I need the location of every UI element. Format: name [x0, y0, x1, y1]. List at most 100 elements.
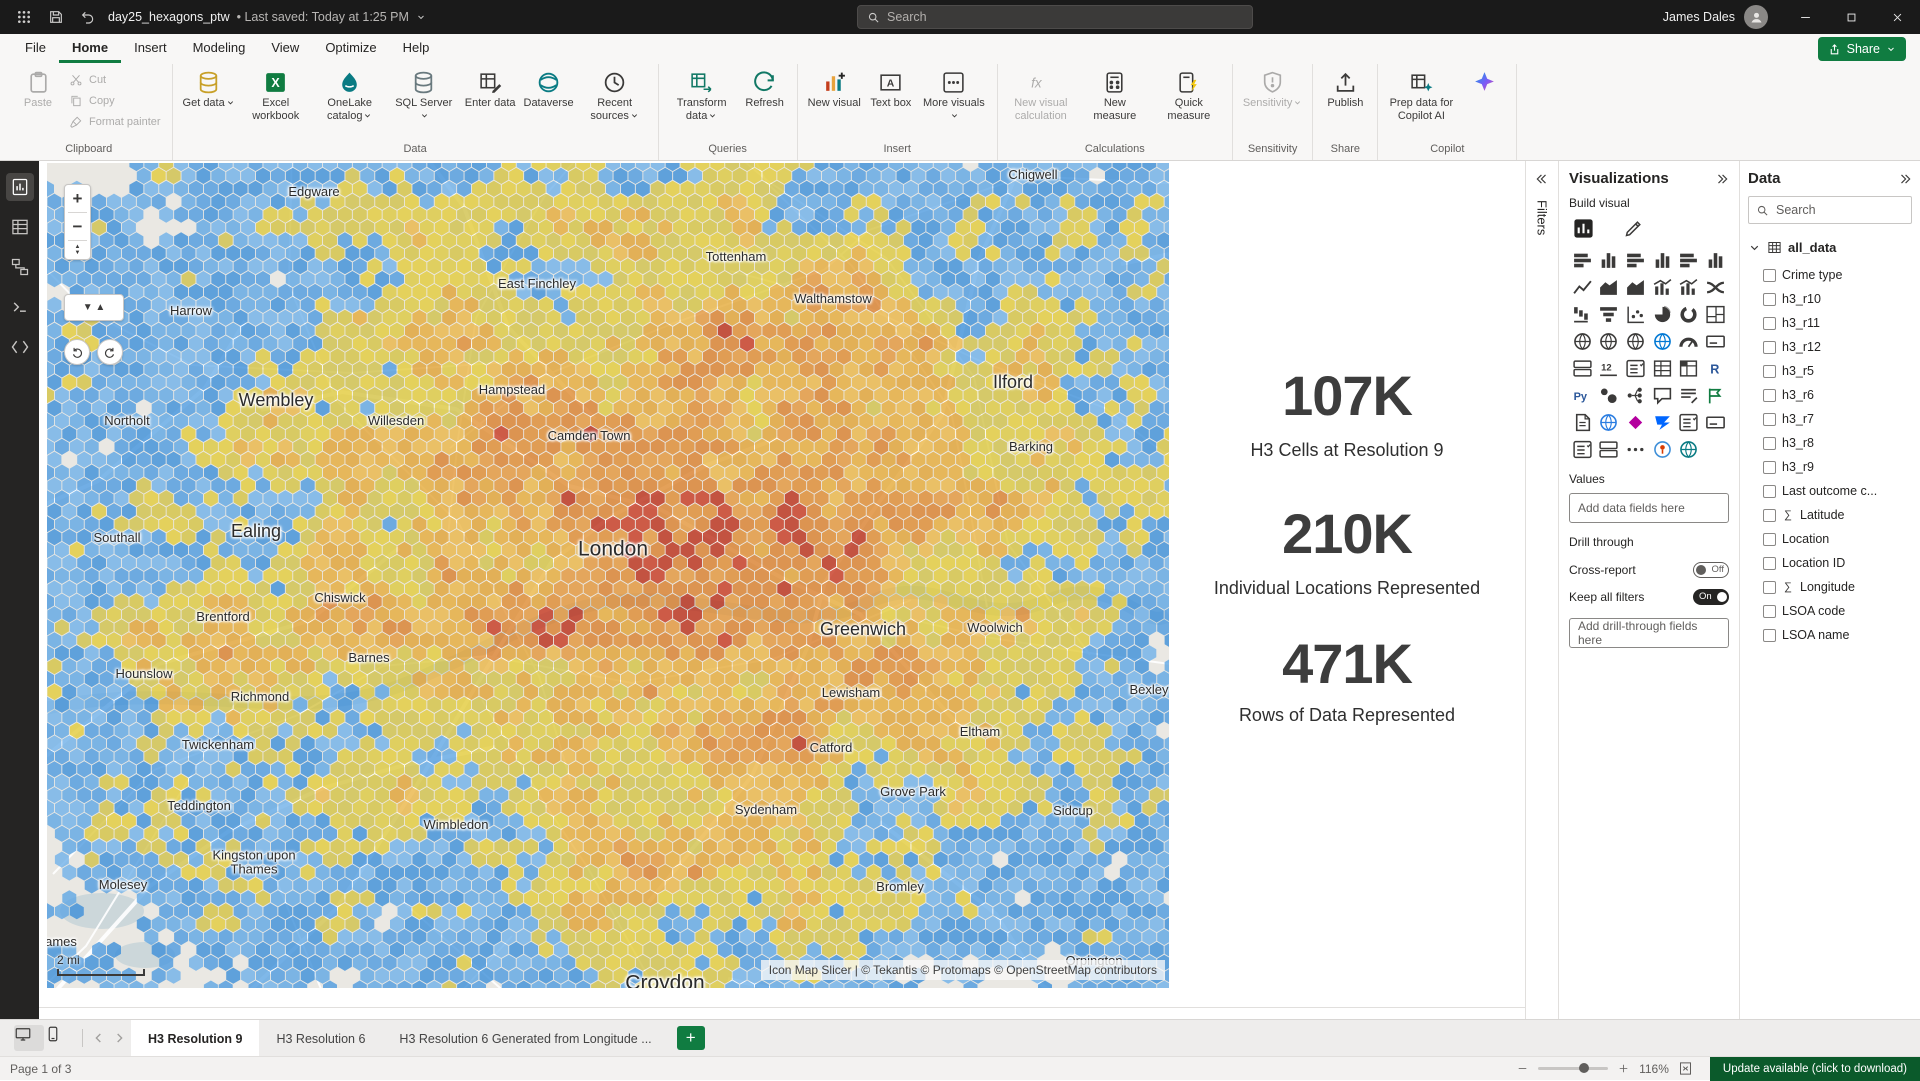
visual-type-more-visuals-ellipsis[interactable]: [1625, 439, 1646, 460]
visual-type-gauge[interactable]: [1678, 331, 1699, 352]
zoom-stepper[interactable]: ▲▼: [64, 241, 91, 259]
visual-type-line-and-clustered-column-chart[interactable]: [1678, 277, 1699, 298]
menu-file[interactable]: File: [12, 35, 59, 63]
visual-type-pie-chart[interactable]: [1652, 304, 1673, 325]
visual-type-waterfall-chart[interactable]: [1572, 304, 1593, 325]
zoom-slider[interactable]: [1538, 1067, 1608, 1070]
sidebar-item-tmdl-view[interactable]: [6, 333, 34, 361]
field-checkbox[interactable]: [1763, 365, 1776, 378]
field-checkbox[interactable]: [1763, 293, 1776, 306]
field-checkbox[interactable]: [1763, 533, 1776, 546]
field-checkbox[interactable]: [1763, 581, 1776, 594]
visual-type-metrics[interactable]: [1705, 385, 1726, 406]
field-h3-r5[interactable]: h3_r5: [1748, 359, 1912, 383]
maximize-button[interactable]: [1828, 0, 1874, 34]
data-search-input[interactable]: Search: [1748, 196, 1912, 224]
update-notice[interactable]: Update available (click to download): [1710, 1057, 1920, 1081]
visual-type-decomposition-tree[interactable]: [1625, 385, 1646, 406]
publish-button[interactable]: Publish: [1320, 67, 1370, 113]
visual-type-filled-map[interactable]: [1598, 331, 1619, 352]
menu-view[interactable]: View: [258, 35, 312, 63]
zoom-in-button[interactable]: +: [64, 185, 91, 212]
field-h3-r6[interactable]: h3_r6: [1748, 383, 1912, 407]
filters-pane-title[interactable]: Filters: [1535, 200, 1550, 235]
desktop-view-button[interactable]: [14, 1025, 44, 1051]
field-checkbox[interactable]: [1763, 269, 1776, 282]
recent-sources-button[interactable]: Recent sources: [579, 67, 651, 125]
map-visual[interactable]: EdgwareChigwellTottenhamEast FinchleyWal…: [47, 163, 1169, 988]
menu-optimize[interactable]: Optimize: [312, 35, 389, 63]
sidebar-item-model-view[interactable]: [6, 253, 34, 281]
field-h3-r9[interactable]: h3_r9: [1748, 455, 1912, 479]
build-visual-tab[interactable]: [1572, 217, 1595, 240]
new-visual-button[interactable]: New visual: [805, 67, 864, 113]
copy-button[interactable]: Copy: [65, 93, 165, 109]
field-checkbox[interactable]: [1763, 341, 1776, 354]
get-data-button[interactable]: Get data: [180, 67, 238, 113]
cut-button[interactable]: Cut: [65, 72, 165, 88]
field-checkbox[interactable]: [1763, 557, 1776, 570]
field-location-id[interactable]: Location ID: [1748, 551, 1912, 575]
app-launcher-icon[interactable]: [16, 9, 32, 25]
visual-type-100-stacked-bar-chart[interactable]: [1678, 250, 1699, 271]
collapse-data-icon[interactable]: [1898, 172, 1912, 186]
zoom-out-icon[interactable]: [1516, 1062, 1529, 1075]
visual-type-tile-slicer[interactable]: [1598, 439, 1619, 460]
visual-type-line-and-stacked-column-chart[interactable]: [1652, 277, 1673, 298]
field-checkbox[interactable]: [1763, 509, 1776, 522]
table-all-data[interactable]: all_data: [1748, 234, 1912, 261]
sensitivity-button[interactable]: Sensitivity: [1240, 67, 1306, 113]
document-title[interactable]: day25_hexagons_ptw • Last saved: Today a…: [108, 10, 426, 24]
field-checkbox[interactable]: [1763, 389, 1776, 402]
field-checkbox[interactable]: [1763, 461, 1776, 474]
page-tab-h3-resolution-6[interactable]: H3 Resolution 6: [259, 1020, 382, 1057]
visual-type-clustered-bar-chart[interactable]: [1625, 250, 1646, 271]
titlebar-search[interactable]: Search: [857, 5, 1253, 29]
page-tab-h3-resolution-6-generated-from-longitude[interactable]: H3 Resolution 6 Generated from Longitude…: [382, 1020, 668, 1057]
visual-type-donut-chart[interactable]: [1678, 304, 1699, 325]
avatar[interactable]: [1744, 5, 1768, 29]
visual-type-map[interactable]: [1572, 331, 1593, 352]
sql-server-button[interactable]: SQL Server: [388, 67, 460, 125]
onelake-catalog-button[interactable]: OneLake catalog: [314, 67, 386, 125]
sidebar-item-table-view[interactable]: [6, 213, 34, 241]
visual-type-funnel-chart[interactable]: [1598, 304, 1619, 325]
visual-type-arcgis-map[interactable]: [1598, 412, 1619, 433]
enter-data-button[interactable]: Enter data: [462, 67, 519, 113]
visual-type-table[interactable]: [1652, 358, 1673, 379]
collapse-visualizations-icon[interactable]: [1715, 172, 1729, 186]
visual-type-shape-map[interactable]: [1625, 331, 1646, 352]
dataverse-button[interactable]: Dataverse: [521, 67, 577, 113]
page-tab-h3-resolution-9[interactable]: H3 Resolution 9: [131, 1020, 259, 1057]
expand-filters-icon[interactable]: [1535, 172, 1549, 186]
mobile-view-button[interactable]: [44, 1025, 74, 1051]
visual-type-ribbon-chart[interactable]: [1705, 277, 1726, 298]
visual-type-q-and-a[interactable]: [1652, 385, 1673, 406]
field-lsoa-name[interactable]: LSOA name: [1748, 623, 1912, 647]
field-h3-r12[interactable]: h3_r12: [1748, 335, 1912, 359]
menu-home[interactable]: Home: [59, 35, 121, 63]
visual-type-python-visual[interactable]: Py: [1572, 385, 1593, 406]
visual-type-paginated-report[interactable]: [1572, 412, 1593, 433]
share-button[interactable]: Share: [1818, 37, 1906, 61]
transform-data-button[interactable]: Transform data: [666, 67, 738, 125]
previous-page-icon[interactable]: [91, 1030, 107, 1046]
new-visual-calculation-button[interactable]: fxNew visual calculation: [1005, 67, 1077, 125]
field-checkbox[interactable]: [1763, 437, 1776, 450]
cross-report-toggle[interactable]: Off: [1693, 562, 1729, 578]
visual-type-text-slicer[interactable]: [1705, 412, 1726, 433]
keep-filters-toggle[interactable]: On: [1693, 589, 1729, 605]
layer-toggle-button[interactable]: ▼ ▲: [64, 294, 124, 321]
visual-type-smart-narrative[interactable]: [1678, 385, 1699, 406]
visual-type-stacked-column-chart[interactable]: [1598, 250, 1619, 271]
values-field-well[interactable]: Add data fields here: [1569, 493, 1729, 523]
chevron-down-icon[interactable]: [1748, 241, 1761, 254]
format-painter-button[interactable]: Format painter: [65, 114, 165, 130]
text-box-button[interactable]: AText box: [866, 67, 916, 113]
field-h3-r8[interactable]: h3_r8: [1748, 431, 1912, 455]
rotate-left-button[interactable]: [64, 339, 90, 365]
undo-icon[interactable]: [80, 9, 96, 25]
menu-help[interactable]: Help: [390, 35, 443, 63]
rotate-right-button[interactable]: [97, 339, 123, 365]
next-page-icon[interactable]: [111, 1030, 127, 1046]
